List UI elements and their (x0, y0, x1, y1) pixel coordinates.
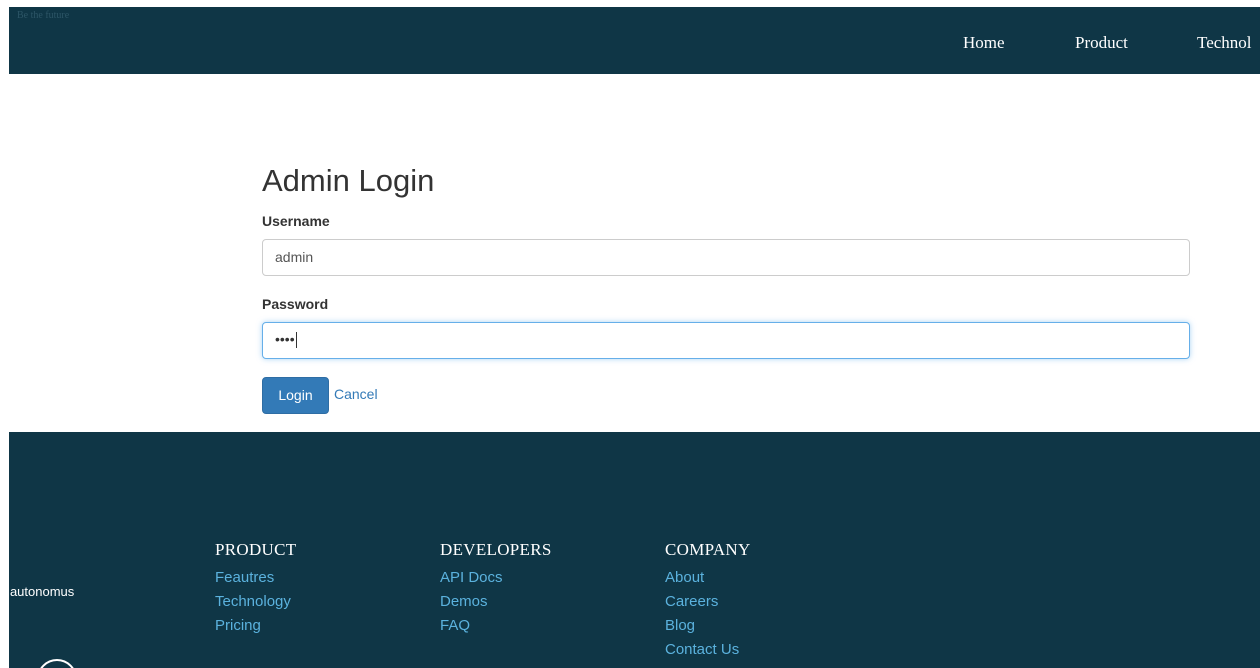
nav-product-link[interactable]: Product (1075, 33, 1128, 53)
password-value: •••• (275, 331, 297, 349)
footer-tagline: r autonomus (9, 584, 75, 599)
footer-link-technology[interactable]: Technology (215, 590, 296, 614)
page-title: Admin Login (262, 163, 435, 198)
cancel-link[interactable]: Cancel (334, 386, 378, 402)
nav-home-link[interactable]: Home (963, 33, 1005, 53)
footer-link-pricing[interactable]: Pricing (215, 614, 296, 638)
footer-link-blog[interactable]: Blog (665, 614, 751, 638)
footer-heading: COMPANY (665, 540, 751, 559)
footer-column-company: COMPANY About Careers Blog Contact Us (665, 540, 751, 662)
password-field[interactable]: •••• (262, 322, 1190, 359)
username-label: Username (262, 213, 330, 229)
password-mask: •••• (275, 331, 295, 347)
username-field[interactable]: admin (262, 239, 1190, 276)
nav-technology-link[interactable]: Technol (1197, 33, 1252, 53)
footer-link-features[interactable]: Feautres (215, 566, 296, 590)
footer-link-api-docs[interactable]: API Docs (440, 566, 552, 590)
login-button[interactable]: Login (262, 377, 329, 414)
text-cursor (295, 332, 297, 349)
footer-heading: PRODUCT (215, 540, 297, 559)
username-value: admin (275, 249, 314, 265)
footer-link-careers[interactable]: Careers (665, 590, 751, 614)
footer-link-about[interactable]: About (665, 566, 751, 590)
brand-logo-text[interactable]: Be the future (17, 10, 69, 21)
footer-heading: DEVELOPERS (440, 540, 552, 559)
footer-column-developers: DEVELOPERS API Docs Demos FAQ (440, 540, 552, 638)
footer-circle-icon[interactable] (37, 659, 77, 668)
main-nav: Home Product Technol (9, 33, 1260, 53)
password-label: Password (262, 296, 329, 312)
top-navbar: Be the future Home Product Technol (9, 7, 1260, 74)
footer-link-demos[interactable]: Demos (440, 590, 552, 614)
admin-login-form: Admin Login Username admin Password ••••… (262, 163, 1190, 414)
site-footer: r autonomus PRODUCT Feautres Technology … (9, 432, 1260, 668)
footer-column-product: PRODUCT Feautres Technology Pricing (215, 540, 296, 638)
footer-link-contact-us[interactable]: Contact Us (665, 638, 751, 662)
footer-link-faq[interactable]: FAQ (440, 614, 552, 638)
